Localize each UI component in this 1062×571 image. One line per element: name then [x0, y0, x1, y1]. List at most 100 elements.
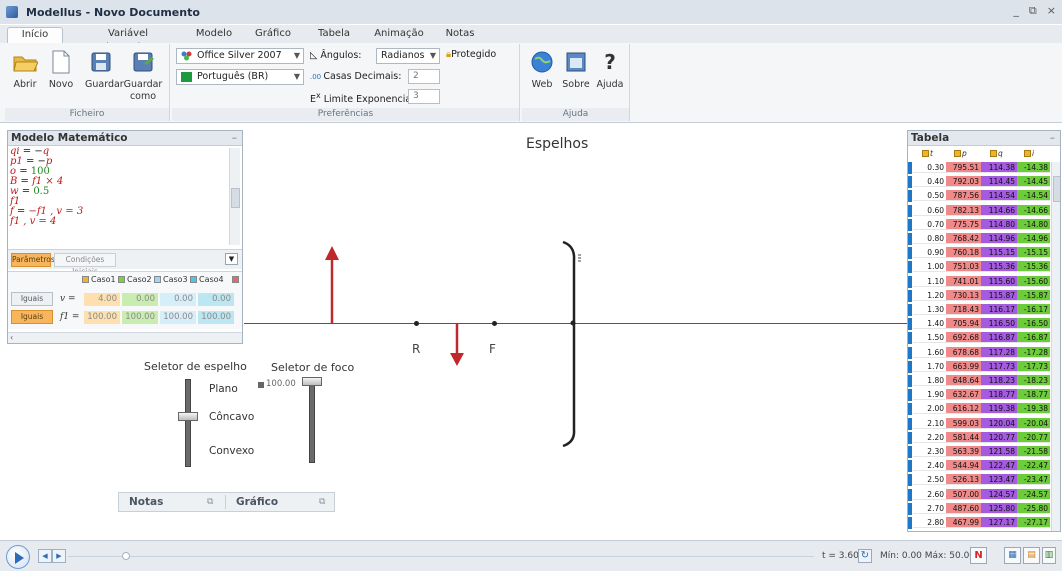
table-cell-q: 114.66 [981, 204, 1017, 216]
grid-icon[interactable]: ▥ [1042, 547, 1056, 564]
table-cell-t: 0.30 [913, 162, 946, 173]
table-cell-q: 118.23 [981, 375, 1017, 386]
play-button[interactable] [6, 545, 30, 569]
notes-panel-tab[interactable]: Notas [129, 496, 163, 508]
table-row[interactable]: 2.10 599.03 120.04 -20.04 [908, 417, 1050, 430]
table-row[interactable]: 0.50 787.56 114.54 -14.54 [908, 190, 1050, 203]
table-row[interactable]: 2.70 487.60 125.80 -25.80 [908, 502, 1050, 515]
table-cell-q: 114.80 [981, 218, 1017, 230]
table-cell-i: -25.80 [1017, 502, 1050, 514]
table-row[interactable]: 0.70 775.75 114.80 -14.80 [908, 218, 1050, 231]
table-row[interactable]: 1.40 705.94 116.50 -16.50 [908, 318, 1050, 331]
focus-selector-track[interactable] [309, 381, 315, 463]
mirror-selector-track[interactable] [185, 379, 191, 467]
table-cell-q: 116.17 [981, 304, 1017, 315]
table-row[interactable]: 0.60 782.13 114.66 -14.66 [908, 204, 1050, 217]
column-header-t[interactable]: t [922, 149, 933, 161]
graph-panel-tab[interactable]: Gráfico [236, 496, 278, 508]
table-cell-p: 581.44 [946, 431, 981, 443]
column-header-q[interactable]: q [990, 149, 1003, 161]
scroll-thumb[interactable] [1053, 176, 1060, 202]
table-row[interactable]: 2.60 507.00 124.57 -24.57 [908, 488, 1050, 501]
step-forward-button[interactable]: ▶ [52, 549, 66, 563]
focus-value-swatch [258, 382, 264, 388]
restore-icon[interactable]: ⧉ [319, 497, 325, 507]
table-cell-i: -18.77 [1017, 389, 1050, 401]
table-row[interactable]: 1.20 730.13 115.87 -15.87 [908, 289, 1050, 302]
time-slider-track[interactable] [68, 556, 814, 557]
table-panel-title: Tabela [911, 132, 950, 144]
table-cell-t: 1.30 [913, 304, 946, 315]
table-row[interactable]: 1.70 663.99 117.73 -17.73 [908, 360, 1050, 373]
table-cell-p: 692.68 [946, 332, 981, 344]
table-cell-q: 119.38 [981, 403, 1017, 415]
time-readout: t = 3.60 [822, 551, 859, 561]
table-row[interactable]: 2.80 467.99 127.17 -27.17 [908, 517, 1050, 529]
table-cell-t: 0.60 [913, 204, 946, 216]
column-header-i[interactable]: i [1024, 149, 1034, 161]
table-cell-t: 1.80 [913, 375, 946, 386]
option-plano[interactable]: Plano [209, 383, 238, 395]
table-cell-p: 705.94 [946, 318, 981, 330]
row-marker [908, 360, 912, 373]
table-cell-t: 1.60 [913, 346, 946, 358]
reset-icon[interactable]: ↻ [858, 549, 872, 563]
table-cell-t: 1.00 [913, 261, 946, 273]
table-row[interactable]: 2.40 544.94 122.47 -22.47 [908, 460, 1050, 473]
table-cell-q: 124.57 [981, 488, 1017, 500]
window-tile-icon[interactable]: ▤ [1023, 547, 1040, 564]
table-row[interactable]: 2.30 563.39 121.58 -21.58 [908, 446, 1050, 458]
table-row[interactable]: 0.40 792.03 114.45 -14.45 [908, 176, 1050, 189]
table-row[interactable]: 1.60 678.68 117.28 -17.28 [908, 346, 1050, 359]
mirror-selector-handle[interactable] [178, 412, 198, 421]
table-cell-q: 114.45 [981, 176, 1017, 188]
table-cell-q: 120.77 [981, 431, 1017, 443]
table-row[interactable]: 2.50 526.13 123.47 -23.47 [908, 474, 1050, 487]
table-row[interactable]: 1.80 648.64 118.23 -18.23 [908, 375, 1050, 387]
row-marker [908, 346, 912, 359]
table-cell-i: -14.80 [1017, 218, 1050, 230]
table-row[interactable]: 1.10 741.01 115.60 -15.60 [908, 275, 1050, 288]
option-concavo[interactable]: Côncavo [209, 411, 254, 423]
table-cell-q: 125.80 [981, 502, 1017, 514]
table-row[interactable]: 1.00 751.03 115.36 -15.36 [908, 261, 1050, 274]
stop-icon[interactable]: N [970, 547, 987, 564]
table-cell-i: -14.54 [1017, 190, 1050, 202]
table-row[interactable]: 2.00 616.12 119.38 -19.38 [908, 403, 1050, 416]
table-cell-q: 117.28 [981, 346, 1017, 358]
table-cell-p: 730.13 [946, 289, 981, 301]
table-cell-t: 2.00 [913, 403, 946, 415]
table-cell-i: -20.04 [1017, 417, 1050, 429]
focus-value: 100.00 [266, 379, 296, 389]
table-cell-q: 120.04 [981, 417, 1017, 429]
table-row[interactable]: 1.50 692.68 116.87 -16.87 [908, 332, 1050, 345]
image-arrow [450, 324, 464, 366]
table-cell-p: 467.99 [946, 517, 981, 528]
table-scrollbar[interactable] [1051, 162, 1060, 531]
table-cell-q: 123.47 [981, 474, 1017, 486]
column-header-p[interactable]: p [954, 149, 967, 161]
focus-selector-handle[interactable] [302, 377, 322, 386]
table-row[interactable]: 0.90 760.18 115.15 -15.15 [908, 247, 1050, 260]
table-row[interactable]: 1.90 632.67 118.77 -18.77 [908, 389, 1050, 402]
row-marker [908, 304, 912, 316]
table-row[interactable]: 0.30 795.51 114.38 -14.38 [908, 162, 1050, 174]
mirror-vertex [570, 320, 576, 326]
row-marker [908, 204, 912, 217]
table-cell-p: 795.51 [946, 162, 981, 173]
label-f: F [489, 342, 496, 356]
layout-icon[interactable]: ▦ [1004, 547, 1021, 564]
restore-icon[interactable]: ⧉ [207, 497, 213, 507]
table-cell-p: 787.56 [946, 190, 981, 202]
step-back-button[interactable]: ◀ [38, 549, 52, 563]
mirror-selector-caption: Seletor de espelho [144, 360, 247, 373]
table-cell-i: -15.15 [1017, 247, 1050, 259]
table-cell-t: 1.10 [913, 275, 946, 287]
option-convexo[interactable]: Convexo [209, 445, 254, 457]
table-row[interactable]: 2.20 581.44 120.77 -20.77 [908, 431, 1050, 444]
time-slider-handle[interactable] [121, 552, 130, 560]
object-arrow[interactable] [325, 246, 339, 323]
table-row[interactable]: 1.30 718.43 116.17 -16.17 [908, 304, 1050, 316]
minimize-icon[interactable]: – [1050, 131, 1055, 145]
table-row[interactable]: 0.80 768.42 114.96 -14.96 [908, 233, 1050, 245]
